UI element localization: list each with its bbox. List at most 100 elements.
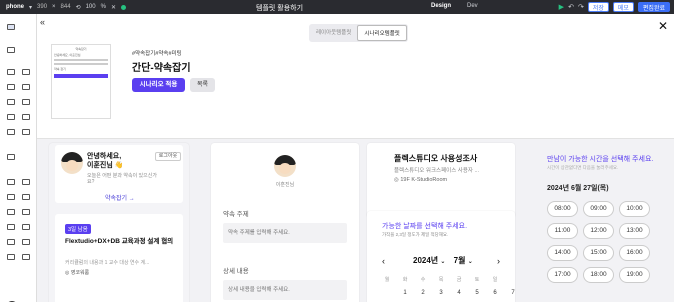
list-icon[interactable]: [7, 114, 15, 120]
prev-month-icon[interactable]: ‹: [382, 256, 385, 266]
device-controls: phone ▾ 390 × 844 ⟲ 100 % ✕: [0, 4, 126, 11]
zoom-value[interactable]: 100: [86, 4, 96, 10]
template-thumbnail[interactable]: 약속잡기 안녕하세요, 이훈진님 약속 잡기: [51, 44, 111, 119]
time-slot[interactable]: 19:00: [619, 267, 650, 283]
page-icon[interactable]: [7, 47, 15, 53]
weekday-label: 월: [384, 277, 390, 283]
table-icon[interactable]: [22, 209, 30, 215]
edit-icon[interactable]: [7, 254, 15, 260]
apply-scenario-button[interactable]: 시나리오 적용: [132, 78, 185, 92]
image-icon[interactable]: [7, 179, 15, 185]
month-select[interactable]: 7월: [454, 256, 466, 265]
user-name: 이훈진님: [275, 182, 295, 188]
box-icon[interactable]: [22, 84, 30, 90]
calendar-day[interactable]: 1: [400, 290, 410, 296]
thumb-header: 약속잡기: [75, 47, 87, 51]
time-slot[interactable]: 12:00: [583, 223, 614, 239]
time-slot[interactable]: 15:00: [583, 245, 614, 261]
search-icon[interactable]: [7, 99, 15, 105]
calendar-day[interactable]: 3: [436, 290, 446, 296]
width-value[interactable]: 390: [37, 4, 47, 10]
time-slot[interactable]: 16:00: [619, 245, 650, 261]
time-slot[interactable]: 17:00: [547, 267, 578, 283]
calendar-header: 2024년 ⌄ 7월 ⌄: [413, 255, 473, 266]
year-select[interactable]: 2024년: [413, 256, 438, 265]
home-screen-card: 안녕하세요, 이훈진님 👋 로그아웃 오늘은 어떤 분과 약속이 있으신가요? …: [49, 143, 189, 302]
time-slot[interactable]: 14:00: [547, 245, 578, 261]
chevron-down-icon[interactable]: ⌄: [468, 259, 473, 265]
time-picker-title: 만남이 가능한 시간을 선택해 주세요.: [547, 156, 654, 163]
device-select[interactable]: phone: [6, 4, 24, 10]
time-slot[interactable]: 08:00: [547, 201, 578, 217]
calendar-day[interactable]: 5: [472, 290, 482, 296]
next-month-icon[interactable]: ›: [497, 256, 500, 266]
tab-layout-template[interactable]: 레이아웃템플릿: [310, 25, 357, 41]
calendar-day[interactable]: 2: [418, 290, 428, 296]
calendar-day[interactable]: 6: [490, 290, 500, 296]
layout-icon[interactable]: [7, 24, 15, 30]
undo-icon[interactable]: ↶: [568, 3, 574, 11]
media-icon[interactable]: [7, 239, 15, 245]
status-dot-icon: [120, 4, 126, 10]
make-appointment-link[interactable]: 약속잡기 →: [105, 193, 135, 202]
container-icon[interactable]: [7, 69, 15, 75]
detail-input[interactable]: [223, 280, 347, 300]
event-info-title: 플렉스튜디오 사용성조사: [394, 154, 478, 163]
event-info-card: 플렉스튜디오 사용성조사 플렉스튜디오 워크스페이스 사용자 ... ◎ 19F…: [367, 143, 515, 218]
target-icon[interactable]: [7, 154, 15, 160]
memo-button[interactable]: 메모: [612, 2, 634, 12]
time-slot[interactable]: 18:00: [583, 267, 614, 283]
grid-icon[interactable]: [22, 179, 30, 185]
save-button[interactable]: 저장: [587, 2, 609, 12]
weekday-label: 일: [492, 277, 498, 283]
form-icon[interactable]: [22, 239, 30, 245]
topic-input[interactable]: [223, 223, 347, 243]
input-icon[interactable]: [7, 84, 15, 90]
time-slot[interactable]: 13:00: [619, 223, 650, 239]
tab-scenario-template[interactable]: 시나리오템플릿: [357, 25, 407, 41]
toggle-icon[interactable]: [7, 129, 15, 135]
template-tags: #약속잡기#약속#미팅: [132, 51, 182, 57]
time-slot[interactable]: 11:00: [547, 223, 578, 239]
weekday-label: 화: [402, 277, 408, 283]
weekday-label: 수: [420, 277, 426, 283]
date-picker-subtitle: 가작을 2,3일 정도가 제일 적당해요.: [382, 232, 449, 237]
percent-sign: %: [100, 4, 106, 10]
radio-icon[interactable]: [22, 129, 30, 135]
thumb-greeting: 안녕하세요, 이훈진님: [54, 53, 81, 57]
fit-icon[interactable]: ✕: [111, 4, 116, 11]
text-field-icon[interactable]: [22, 69, 30, 75]
rotate-icon[interactable]: ⟲: [76, 4, 81, 11]
close-icon[interactable]: ✕: [658, 19, 668, 33]
times-sign: ×: [52, 4, 56, 10]
line-icon[interactable]: [7, 194, 15, 200]
height-value[interactable]: 844: [61, 4, 71, 10]
mode-switch: Design Dev: [431, 3, 478, 9]
tab-dev[interactable]: Dev: [467, 3, 478, 9]
play-icon[interactable]: ▶: [559, 3, 564, 11]
logout-button[interactable]: 로그아웃: [155, 152, 181, 161]
chart-icon[interactable]: [22, 224, 30, 230]
calendar-day[interactable]: 7: [508, 290, 518, 296]
selected-date: 2024년 6월 27일(목): [547, 185, 609, 192]
greeting-text: 안녕하세요, 이훈진님 👋: [87, 153, 124, 169]
calendar-icon[interactable]: [7, 224, 15, 230]
template-panel: « ✕ 레이아웃템플릿 시나리오템플릿 약속잡기 안녕하세요, 이훈진님 약속 …: [37, 14, 674, 302]
edit-complete-button[interactable]: 편집완료: [637, 2, 670, 12]
chevron-down-icon[interactable]: ⌄: [440, 259, 445, 265]
component-icon[interactable]: [22, 254, 30, 260]
text-icon[interactable]: [22, 99, 30, 105]
redo-icon[interactable]: ↷: [578, 3, 584, 11]
list-button[interactable]: 목록: [190, 78, 215, 92]
chevron-down-icon[interactable]: ▾: [29, 4, 32, 11]
event-card[interactable]: 3일 남음 Flextudio+DX+DB 교육과정 설계 협의 커리큘럼의 내…: [55, 214, 183, 302]
left-toolbar: ?: [0, 14, 37, 302]
attach-icon[interactable]: [7, 209, 15, 215]
calendar-day[interactable]: 4: [454, 290, 464, 296]
collapse-icon[interactable]: «: [40, 17, 45, 27]
time-slot[interactable]: 09:00: [583, 201, 614, 217]
time-slot[interactable]: 10:00: [619, 201, 650, 217]
tab-design[interactable]: Design: [431, 3, 451, 9]
check-icon[interactable]: [22, 114, 30, 120]
dots-icon[interactable]: [22, 194, 30, 200]
